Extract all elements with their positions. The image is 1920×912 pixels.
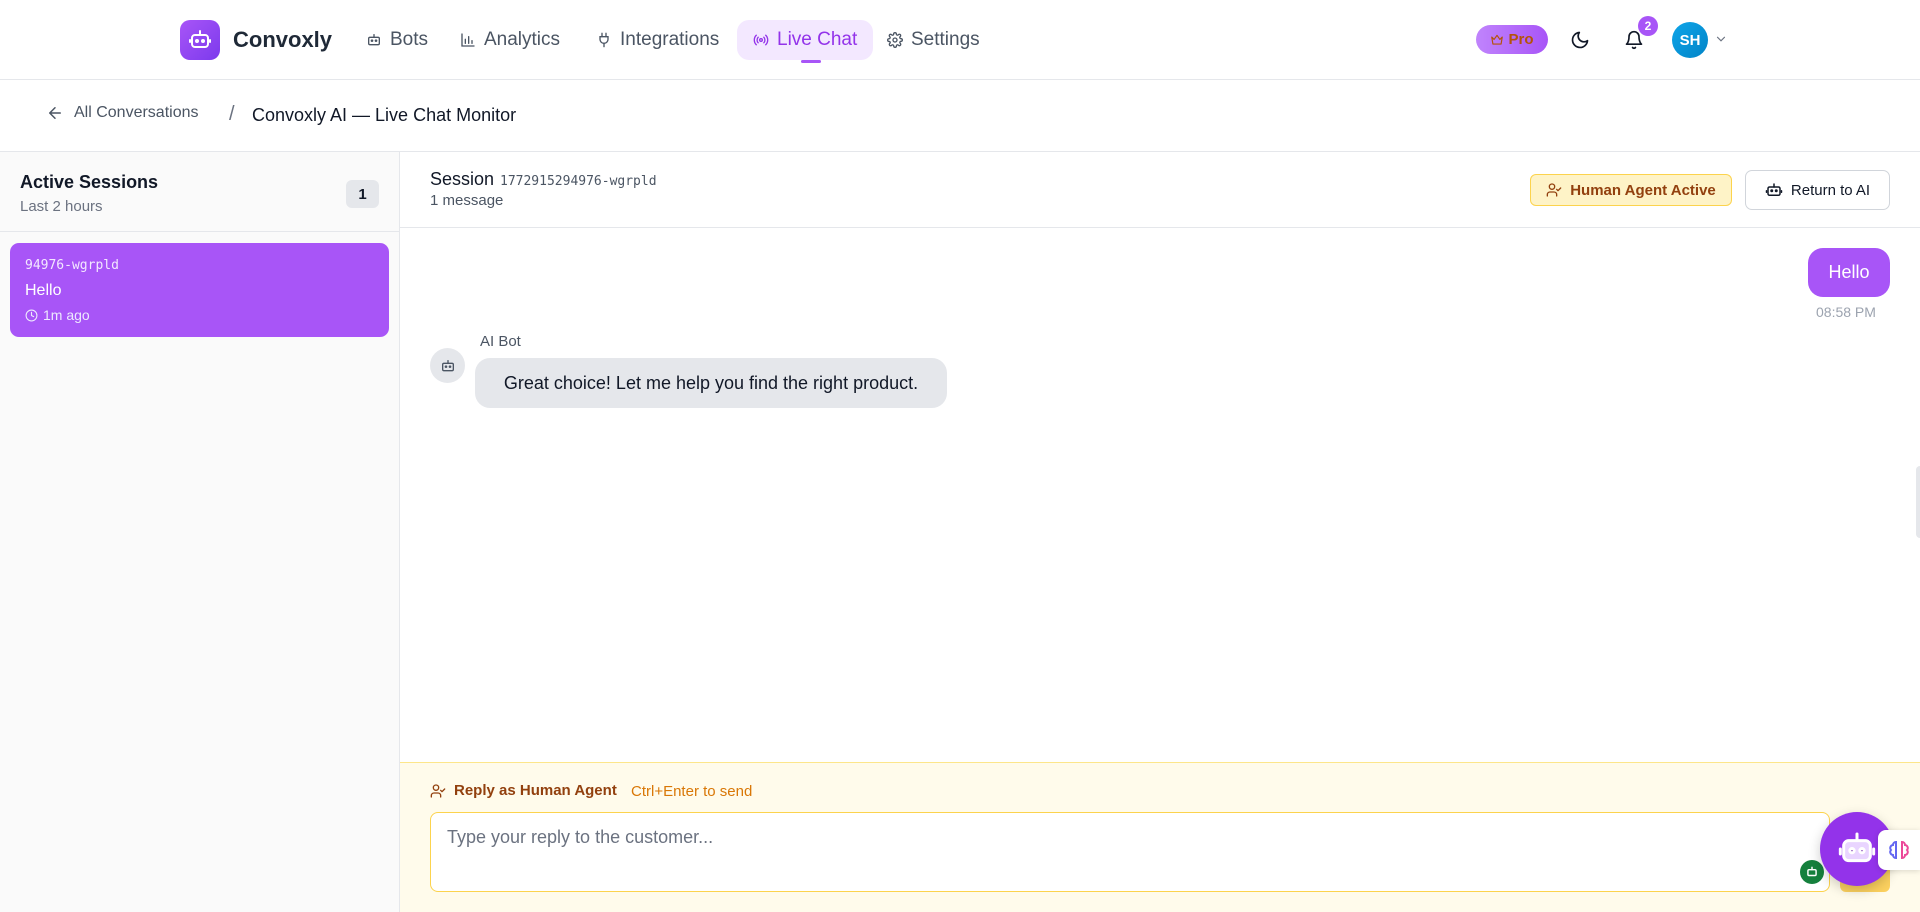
nav-item-settings[interactable]: Settings [871,20,996,60]
back-to-conversations-link[interactable]: All Conversations [46,104,199,122]
clock-icon [25,309,38,321]
pro-label: Pro [1508,31,1534,48]
nav-item-integrations[interactable]: Integrations [580,20,735,60]
robot-icon [441,359,454,371]
status-badge: Human Agent Active [1530,174,1732,206]
breadcrumb-separator: / [229,103,235,125]
nav-item-label: Settings [911,29,980,50]
pro-badge[interactable]: Pro [1476,25,1548,54]
sidebar-title: Active Sessions [20,172,159,192]
session-id-full: 1772915294976-wgrpld [500,174,657,189]
user-message-bubble: Hello [1808,248,1890,297]
nav-item-analytics[interactable]: Analytics [444,20,576,60]
user-check-icon [1546,183,1562,197]
nav-item-label: Analytics [484,29,561,50]
sessions-sidebar: Active Sessions Last 2 hours 1 94976-wgr… [0,152,400,912]
user-check-icon [430,783,446,798]
session-time-label: 1m ago [43,307,90,323]
robot-icon [1838,832,1876,863]
session-time: 1m ago [25,307,90,323]
robot-icon [1765,183,1783,196]
active-tab-indicator [801,60,822,63]
session-count-badge: 1 [346,180,379,208]
bot-avatar [430,348,465,383]
reply-label: Reply as Human Agent [430,782,617,799]
nav-item-label: Live Chat [777,29,858,50]
sidebar-subtitle: Last 2 hours [20,198,103,215]
reply-shortcut-hint: Ctrl+Enter to send [631,783,753,800]
page-title: Convoxly AI — Live Chat Monitor [252,105,517,125]
reply-input[interactable] [430,812,1830,892]
nav-item-live-chat[interactable]: Live Chat [737,20,874,63]
return-to-ai-button[interactable]: Return to AI [1745,170,1890,210]
theme-toggle-button[interactable] [1562,22,1598,58]
crown-icon [1491,34,1504,45]
bar-chart-icon [461,33,475,47]
back-link-label: All Conversations [74,104,199,121]
robot-icon [1807,866,1817,877]
status-badge-label: Human Agent Active [1570,181,1716,199]
gear-icon [887,32,903,48]
bot-message-bubble: Great choice! Let me help you find the r… [475,358,947,408]
brain-extension-icon[interactable] [1878,830,1920,870]
bot-sender-name: AI Bot [480,333,521,350]
robot-icon [189,30,211,48]
session-label: Session [430,169,495,189]
grammar-extension-icon[interactable] [1800,860,1824,884]
moon-icon [1571,31,1589,49]
session-last-message: Hello [25,282,62,299]
brain-icon [1889,840,1909,860]
app-logo[interactable] [180,20,220,60]
robot-icon [368,34,380,46]
message-timestamp: 08:58 PM [1816,304,1876,320]
nav-item-label: Bots [390,29,429,50]
app-name[interactable]: Convoxly [233,27,332,53]
side-panel-handle[interactable] [1916,466,1920,538]
return-button-label: Return to AI [1790,181,1871,199]
user-avatar[interactable]: SH [1672,22,1708,58]
session-list-item[interactable]: 94976-wgrpld Hello 1m ago [10,243,389,337]
broadcast-icon [753,34,769,46]
message-count: 1 message [430,192,504,209]
reply-label-text: Reply as Human Agent [454,782,617,799]
session-id: 94976-wgrpld [25,258,119,273]
arrow-left-icon [49,107,61,119]
nav-item-label: Integrations [620,29,720,50]
notification-count-badge: 2 [1638,16,1658,36]
nav-item-bots[interactable]: Bots [350,20,444,60]
sidebar-header: Active Sessions Last 2 hours 1 [0,152,399,232]
plug-icon [599,32,609,48]
chevron-down-icon[interactable] [1714,32,1728,46]
